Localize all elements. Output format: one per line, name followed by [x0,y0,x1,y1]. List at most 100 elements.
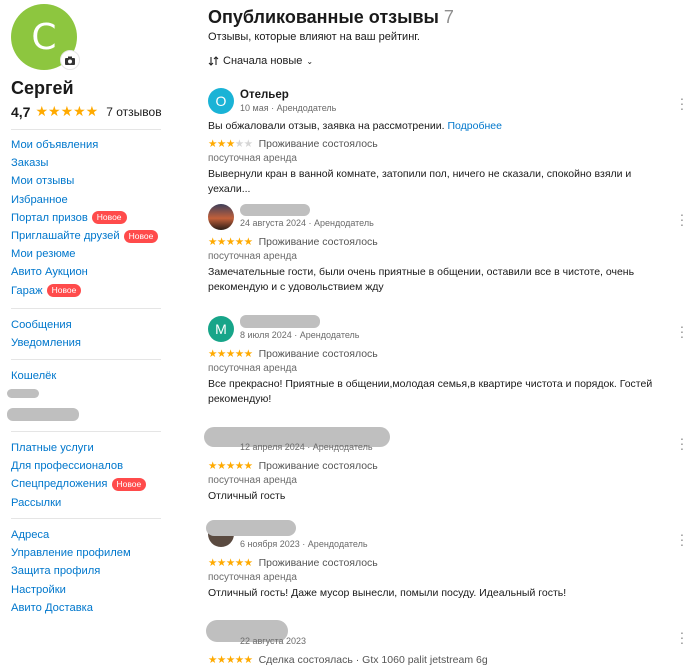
blurred-balance [7,389,39,398]
page-subtitle: Отзывы, которые влияют на ваш рейтинг. [208,31,420,43]
more-options-icon[interactable]: · · · [676,91,688,115]
menu-item-paid-services[interactable]: Платные услуги [11,439,161,457]
rating-stars: ★★★★★ [208,236,253,248]
review-deal-type: посуточная аренда [208,572,297,583]
menu-item-settings[interactable]: Настройки [11,581,161,599]
review-meta: 12 апреля 2024 · Арендодатель [240,442,373,452]
review-rating: ★★★★★ Проживание состоялось [208,557,378,569]
review-status: Сделка состоялась · Gtx 1060 palit jetst… [258,654,488,666]
menu-item-prize-portal[interactable]: Портал призов Новое [11,209,161,227]
blurred-reviewer-name [240,315,320,328]
review-notice: Вы обжаловали отзыв, заявка на рассмотре… [208,120,502,132]
rating-stars: ★★★★★ [208,557,253,569]
rating-stars: ★★★★★ [208,654,253,666]
review-meta: 24 августа 2024 · Арендодатель [240,218,374,228]
review-deal-type: посуточная аренда [208,153,297,164]
menu-item-my-reviews[interactable]: Мои отзывы [11,172,161,190]
menu-group-messages: Сообщения Уведомления [11,316,161,352]
menu-group-services: Платные услуги Для профессионалов Спецпр… [11,439,161,512]
review-card: 6 ноября 2023 · Арендодатель · · · ★★★★★ П… [206,520,688,600]
chevron-down-icon: ⌄ [306,56,314,66]
reviewer-avatar[interactable]: М [208,316,234,342]
rating-stars: ★★★★★ [208,348,253,360]
review-card: 12 апреля 2024 · Арендодатель · · · ★★★★★ … [204,427,688,507]
menu-item-messages[interactable]: Сообщения [11,316,161,334]
review-meta: 6 ноября 2023 · Арендодатель [240,539,368,549]
review-deal-type: посуточная аренда [208,251,297,262]
sidebar: С Сергей 4,7 ★★★★★ 7 отзывов Мои объявле… [0,0,175,668]
review-text: Отличный гость [208,490,286,502]
review-text: Вывернули кран в ванной комнате, затопил… [208,168,632,195]
rating-stars: ★★★★★ [35,103,99,119]
menu-item-for-professionals[interactable]: Для профессионалов [11,457,161,475]
review-status: Проживание состоялось [258,138,378,150]
new-badge: Новое [46,284,82,298]
menu-group-main: Мои объявления Заказы Мои отзывы Избранн… [11,136,161,300]
reviews-total: 7 [443,7,454,27]
menu-item-wallet[interactable]: Кошелёк [11,367,161,385]
review-card: 22 августа 2023 · · · ★★★★★ Сделка состоял… [206,618,688,668]
menu-item-garage[interactable]: Гараж Новое [11,282,161,300]
menu-item-invite-friends[interactable]: Приглашайте друзей Новое [11,227,161,245]
sort-icon [208,56,219,66]
review-text: Отличный гость! Даже мусор вынесли, помы… [208,587,567,599]
profile-avatar[interactable]: С [11,4,80,70]
review-meta: 8 июля 2024 · Арендодатель [240,330,360,340]
review-status: Проживание состоялось [258,557,378,569]
menu-group-settings: Адреса Управление профилем Защита профил… [11,526,161,617]
divider [11,129,161,130]
blurred-reviewer-name [206,520,296,536]
menu-item-addresses[interactable]: Адреса [11,526,161,544]
review-status: Проживание состоялось [258,236,378,248]
reviewer-avatar[interactable] [208,204,234,230]
rating-value: 4,7 [11,103,31,120]
menu-item-auction[interactable]: Авито Аукцион [11,263,161,281]
menu-group-wallet: Кошелёк [11,367,161,385]
blurred-balance [7,408,79,421]
reviewer-avatar[interactable]: О [208,88,234,114]
review-status: Проживание состоялось [258,460,378,472]
camera-icon[interactable] [60,50,80,70]
reviewer-name[interactable]: Отельер [240,89,289,101]
menu-item-favorites[interactable]: Избранное [11,191,161,209]
profile-rating: 4,7 ★★★★★ 7 отзывов [11,103,162,120]
new-badge: Новое [123,229,159,243]
review-meta: 22 августа 2023 [240,636,307,646]
review-rating: ★★★★★ Проживание состоялось [208,236,378,248]
menu-item-mailings[interactable]: Рассылки [11,494,161,512]
page-title: Опубликованные отзывы 7 [208,7,454,27]
more-options-icon[interactable]: · · · [676,319,688,343]
rating-stars: ★★★★★ [208,460,253,472]
menu-item-profile-management[interactable]: Управление профилем [11,544,161,562]
more-options-icon[interactable]: · · · [676,527,688,551]
reviews-count-link[interactable]: 7 отзывов [106,105,161,119]
review-text: Все прекрасно! Приятные в общении,молода… [208,378,653,405]
new-badge: Новое [111,477,147,491]
menu-item-delivery[interactable]: Авито Доставка [11,599,161,617]
review-rating: ★★★★★ Сделка состоялась · Gtx 1060 palit… [208,654,488,666]
sort-dropdown[interactable]: Сначала новые ⌄ [208,55,313,67]
more-options-icon[interactable]: · · · [676,625,688,649]
review-card: М 8 июля 2024 · Арендодатель · · · ★★★★★ П… [208,315,688,415]
review-status: Проживание состоялось [258,348,378,360]
menu-item-my-ads[interactable]: Мои объявления [11,136,161,154]
review-deal-type: посуточная аренда [208,363,297,374]
menu-item-special-offers[interactable]: Спецпредложения Новое [11,475,161,493]
sort-label: Сначала новые [223,55,303,67]
review-text: Замечательные гости, были очень приятные… [208,266,635,293]
menu-item-notifications[interactable]: Уведомления [11,334,161,352]
divider [11,308,161,309]
menu-item-orders[interactable]: Заказы [11,154,161,172]
new-badge: Новое [91,211,127,225]
details-link[interactable]: Подробнее [447,120,501,132]
review-meta: 10 мая · Арендодатель [240,103,337,113]
rating-stars: ★★★★★ [208,138,253,150]
divider [11,359,161,360]
divider [11,518,161,519]
review-rating: ★★★★★ Проживание состоялось [208,138,378,150]
menu-item-profile-protection[interactable]: Защита профиля [11,562,161,580]
review-card: О Отельер 10 мая · Арендодатель · · · Вы о… [208,88,688,195]
menu-item-my-resumes[interactable]: Мои резюме [11,245,161,263]
more-options-icon[interactable]: · · · [676,207,688,231]
more-options-icon[interactable]: · · · [676,431,688,455]
